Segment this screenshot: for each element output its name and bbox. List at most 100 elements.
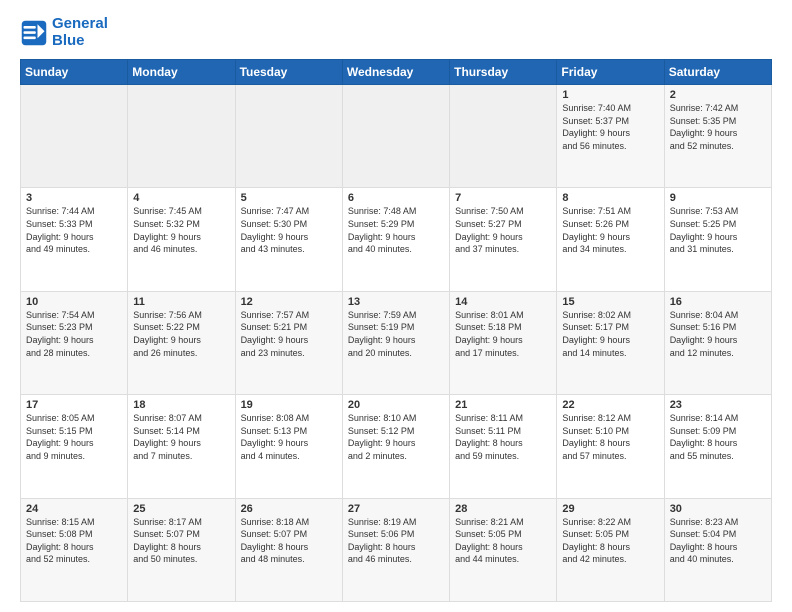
day-cell: 29Sunrise: 8:22 AM Sunset: 5:05 PM Dayli… [557,498,664,601]
day-info: Sunrise: 7:42 AM Sunset: 5:35 PM Dayligh… [670,102,766,152]
day-info: Sunrise: 8:07 AM Sunset: 5:14 PM Dayligh… [133,412,229,462]
day-info: Sunrise: 7:59 AM Sunset: 5:19 PM Dayligh… [348,309,444,359]
calendar: SundayMondayTuesdayWednesdayThursdayFrid… [20,59,772,602]
day-info: Sunrise: 7:57 AM Sunset: 5:21 PM Dayligh… [241,309,337,359]
day-header-friday: Friday [557,60,664,85]
day-cell: 2Sunrise: 7:42 AM Sunset: 5:35 PM Daylig… [664,85,771,188]
day-cell [128,85,235,188]
day-cell: 10Sunrise: 7:54 AM Sunset: 5:23 PM Dayli… [21,291,128,394]
day-header-wednesday: Wednesday [342,60,449,85]
day-number: 13 [348,296,444,308]
calendar-body: 1Sunrise: 7:40 AM Sunset: 5:37 PM Daylig… [21,85,772,602]
day-number: 27 [348,503,444,515]
logo: General Blue [20,16,108,49]
day-cell: 16Sunrise: 8:04 AM Sunset: 5:16 PM Dayli… [664,291,771,394]
week-row-5: 24Sunrise: 8:15 AM Sunset: 5:08 PM Dayli… [21,498,772,601]
day-info: Sunrise: 8:11 AM Sunset: 5:11 PM Dayligh… [455,412,551,462]
day-cell [235,85,342,188]
day-info: Sunrise: 8:23 AM Sunset: 5:04 PM Dayligh… [670,516,766,566]
day-cell: 8Sunrise: 7:51 AM Sunset: 5:26 PM Daylig… [557,188,664,291]
week-row-2: 3Sunrise: 7:44 AM Sunset: 5:33 PM Daylig… [21,188,772,291]
day-info: Sunrise: 8:02 AM Sunset: 5:17 PM Dayligh… [562,309,658,359]
day-number: 11 [133,296,229,308]
day-cell: 21Sunrise: 8:11 AM Sunset: 5:11 PM Dayli… [450,395,557,498]
day-info: Sunrise: 8:04 AM Sunset: 5:16 PM Dayligh… [670,309,766,359]
day-number: 7 [455,192,551,204]
day-cell: 6Sunrise: 7:48 AM Sunset: 5:29 PM Daylig… [342,188,449,291]
header-row: SundayMondayTuesdayWednesdayThursdayFrid… [21,60,772,85]
day-number: 17 [26,399,122,411]
day-info: Sunrise: 8:21 AM Sunset: 5:05 PM Dayligh… [455,516,551,566]
day-info: Sunrise: 8:05 AM Sunset: 5:15 PM Dayligh… [26,412,122,462]
day-number: 24 [26,503,122,515]
day-number: 20 [348,399,444,411]
day-number: 2 [670,89,766,101]
day-cell: 11Sunrise: 7:56 AM Sunset: 5:22 PM Dayli… [128,291,235,394]
week-row-4: 17Sunrise: 8:05 AM Sunset: 5:15 PM Dayli… [21,395,772,498]
day-number: 28 [455,503,551,515]
day-cell: 1Sunrise: 7:40 AM Sunset: 5:37 PM Daylig… [557,85,664,188]
day-cell: 15Sunrise: 8:02 AM Sunset: 5:17 PM Dayli… [557,291,664,394]
day-info: Sunrise: 8:08 AM Sunset: 5:13 PM Dayligh… [241,412,337,462]
day-number: 26 [241,503,337,515]
day-cell: 30Sunrise: 8:23 AM Sunset: 5:04 PM Dayli… [664,498,771,601]
day-number: 25 [133,503,229,515]
day-number: 12 [241,296,337,308]
page: General Blue SundayMondayTuesdayWednesda… [0,0,792,612]
day-header-monday: Monday [128,60,235,85]
day-cell: 27Sunrise: 8:19 AM Sunset: 5:06 PM Dayli… [342,498,449,601]
day-info: Sunrise: 8:14 AM Sunset: 5:09 PM Dayligh… [670,412,766,462]
day-cell [342,85,449,188]
day-info: Sunrise: 7:53 AM Sunset: 5:25 PM Dayligh… [670,205,766,255]
day-cell [450,85,557,188]
day-cell: 19Sunrise: 8:08 AM Sunset: 5:13 PM Dayli… [235,395,342,498]
day-info: Sunrise: 7:47 AM Sunset: 5:30 PM Dayligh… [241,205,337,255]
day-number: 19 [241,399,337,411]
day-number: 22 [562,399,658,411]
day-info: Sunrise: 8:18 AM Sunset: 5:07 PM Dayligh… [241,516,337,566]
day-header-saturday: Saturday [664,60,771,85]
day-number: 3 [26,192,122,204]
calendar-header: SundayMondayTuesdayWednesdayThursdayFrid… [21,60,772,85]
day-number: 10 [26,296,122,308]
day-header-sunday: Sunday [21,60,128,85]
day-header-thursday: Thursday [450,60,557,85]
day-cell: 25Sunrise: 8:17 AM Sunset: 5:07 PM Dayli… [128,498,235,601]
day-info: Sunrise: 7:51 AM Sunset: 5:26 PM Dayligh… [562,205,658,255]
day-number: 21 [455,399,551,411]
day-cell: 26Sunrise: 8:18 AM Sunset: 5:07 PM Dayli… [235,498,342,601]
day-info: Sunrise: 8:01 AM Sunset: 5:18 PM Dayligh… [455,309,551,359]
day-cell: 17Sunrise: 8:05 AM Sunset: 5:15 PM Dayli… [21,395,128,498]
day-cell: 13Sunrise: 7:59 AM Sunset: 5:19 PM Dayli… [342,291,449,394]
day-cell: 18Sunrise: 8:07 AM Sunset: 5:14 PM Dayli… [128,395,235,498]
day-cell: 3Sunrise: 7:44 AM Sunset: 5:33 PM Daylig… [21,188,128,291]
day-cell: 9Sunrise: 7:53 AM Sunset: 5:25 PM Daylig… [664,188,771,291]
day-info: Sunrise: 8:15 AM Sunset: 5:08 PM Dayligh… [26,516,122,566]
day-info: Sunrise: 8:19 AM Sunset: 5:06 PM Dayligh… [348,516,444,566]
day-cell: 7Sunrise: 7:50 AM Sunset: 5:27 PM Daylig… [450,188,557,291]
day-cell [21,85,128,188]
day-info: Sunrise: 7:54 AM Sunset: 5:23 PM Dayligh… [26,309,122,359]
day-number: 5 [241,192,337,204]
day-cell: 14Sunrise: 8:01 AM Sunset: 5:18 PM Dayli… [450,291,557,394]
day-number: 4 [133,192,229,204]
day-cell: 23Sunrise: 8:14 AM Sunset: 5:09 PM Dayli… [664,395,771,498]
day-header-tuesday: Tuesday [235,60,342,85]
week-row-1: 1Sunrise: 7:40 AM Sunset: 5:37 PM Daylig… [21,85,772,188]
day-cell: 5Sunrise: 7:47 AM Sunset: 5:30 PM Daylig… [235,188,342,291]
day-number: 1 [562,89,658,101]
day-number: 30 [670,503,766,515]
day-number: 16 [670,296,766,308]
day-cell: 12Sunrise: 7:57 AM Sunset: 5:21 PM Dayli… [235,291,342,394]
day-number: 29 [562,503,658,515]
logo-icon [20,19,48,47]
day-info: Sunrise: 8:22 AM Sunset: 5:05 PM Dayligh… [562,516,658,566]
logo-text: General Blue [52,16,108,49]
day-info: Sunrise: 7:56 AM Sunset: 5:22 PM Dayligh… [133,309,229,359]
day-number: 23 [670,399,766,411]
week-row-3: 10Sunrise: 7:54 AM Sunset: 5:23 PM Dayli… [21,291,772,394]
day-cell: 24Sunrise: 8:15 AM Sunset: 5:08 PM Dayli… [21,498,128,601]
day-info: Sunrise: 7:50 AM Sunset: 5:27 PM Dayligh… [455,205,551,255]
day-number: 14 [455,296,551,308]
day-info: Sunrise: 8:10 AM Sunset: 5:12 PM Dayligh… [348,412,444,462]
